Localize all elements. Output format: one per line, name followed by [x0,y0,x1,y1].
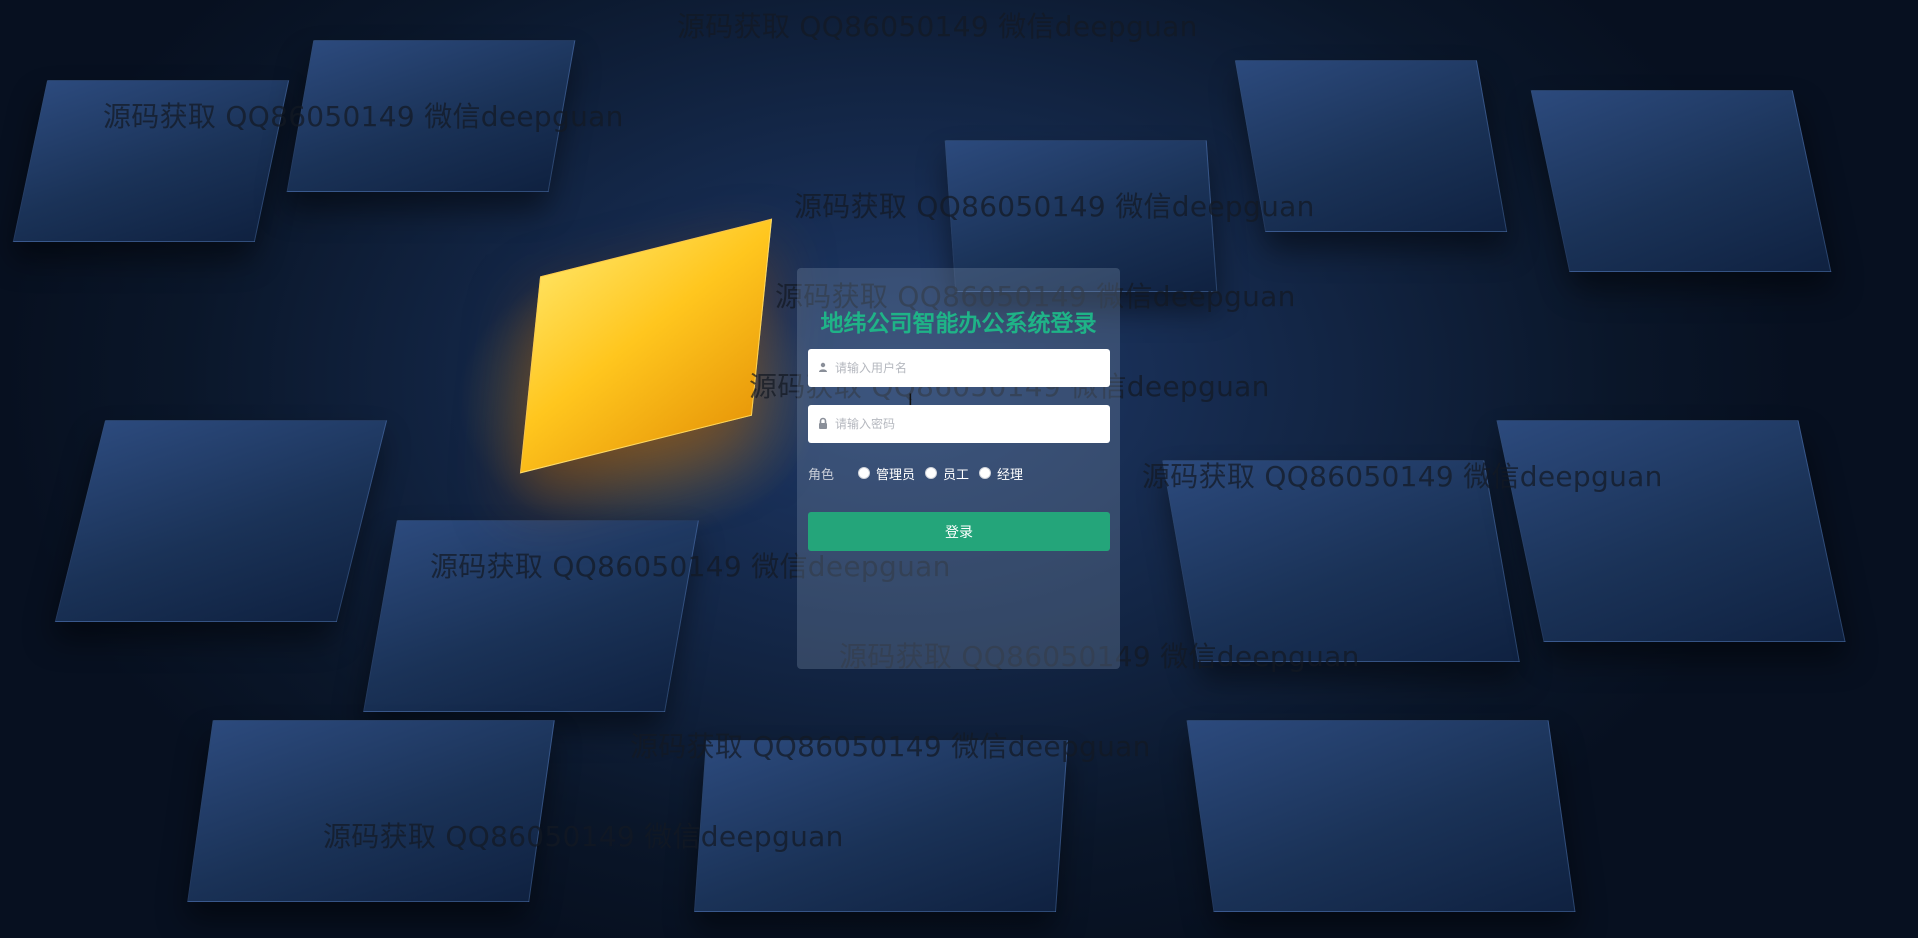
user-icon [816,361,830,375]
page-title: 地纬公司智能办公系统登录 [820,311,1097,337]
text-cursor-icon: I [908,392,913,408]
radio-button[interactable] [925,467,938,479]
password-input[interactable] [835,405,1100,443]
background-cube [12,80,290,242]
login-panel: 地纬公司智能办公系统登录 角色 管理员 员工 [797,268,1120,669]
role-option-label: 管理员 [876,467,916,483]
radio-button[interactable] [979,467,992,479]
role-label: 角色 [808,467,835,483]
background-cube [187,720,555,902]
username-field[interactable] [808,349,1110,387]
background-cube [363,520,699,712]
background-cube [286,40,576,192]
role-option-admin[interactable]: 管理员 [858,464,915,483]
login-button[interactable]: 登录 [808,512,1110,551]
watermark-text: 源码获取 QQ86050149 微信deepguan [677,10,1198,43]
background-cube [1234,60,1508,232]
role-selector: 角色 管理员 员工 经理 [808,461,1109,485]
role-option-employee[interactable]: 员工 [925,464,969,483]
golden-cube [519,218,773,474]
background-cube [54,420,388,622]
username-input[interactable] [835,349,1100,387]
lock-icon [816,417,830,431]
background-cube [1496,420,1846,642]
radio-button[interactable] [858,467,870,479]
password-field[interactable] [808,405,1110,443]
background-cube [1530,90,1832,272]
role-option-label: 员工 [943,467,970,483]
role-option-label: 经理 [997,467,1024,483]
background-cube [1162,460,1520,662]
role-option-manager[interactable]: 经理 [979,464,1023,483]
background-cube [693,740,1069,912]
background-cube [1186,720,1576,912]
